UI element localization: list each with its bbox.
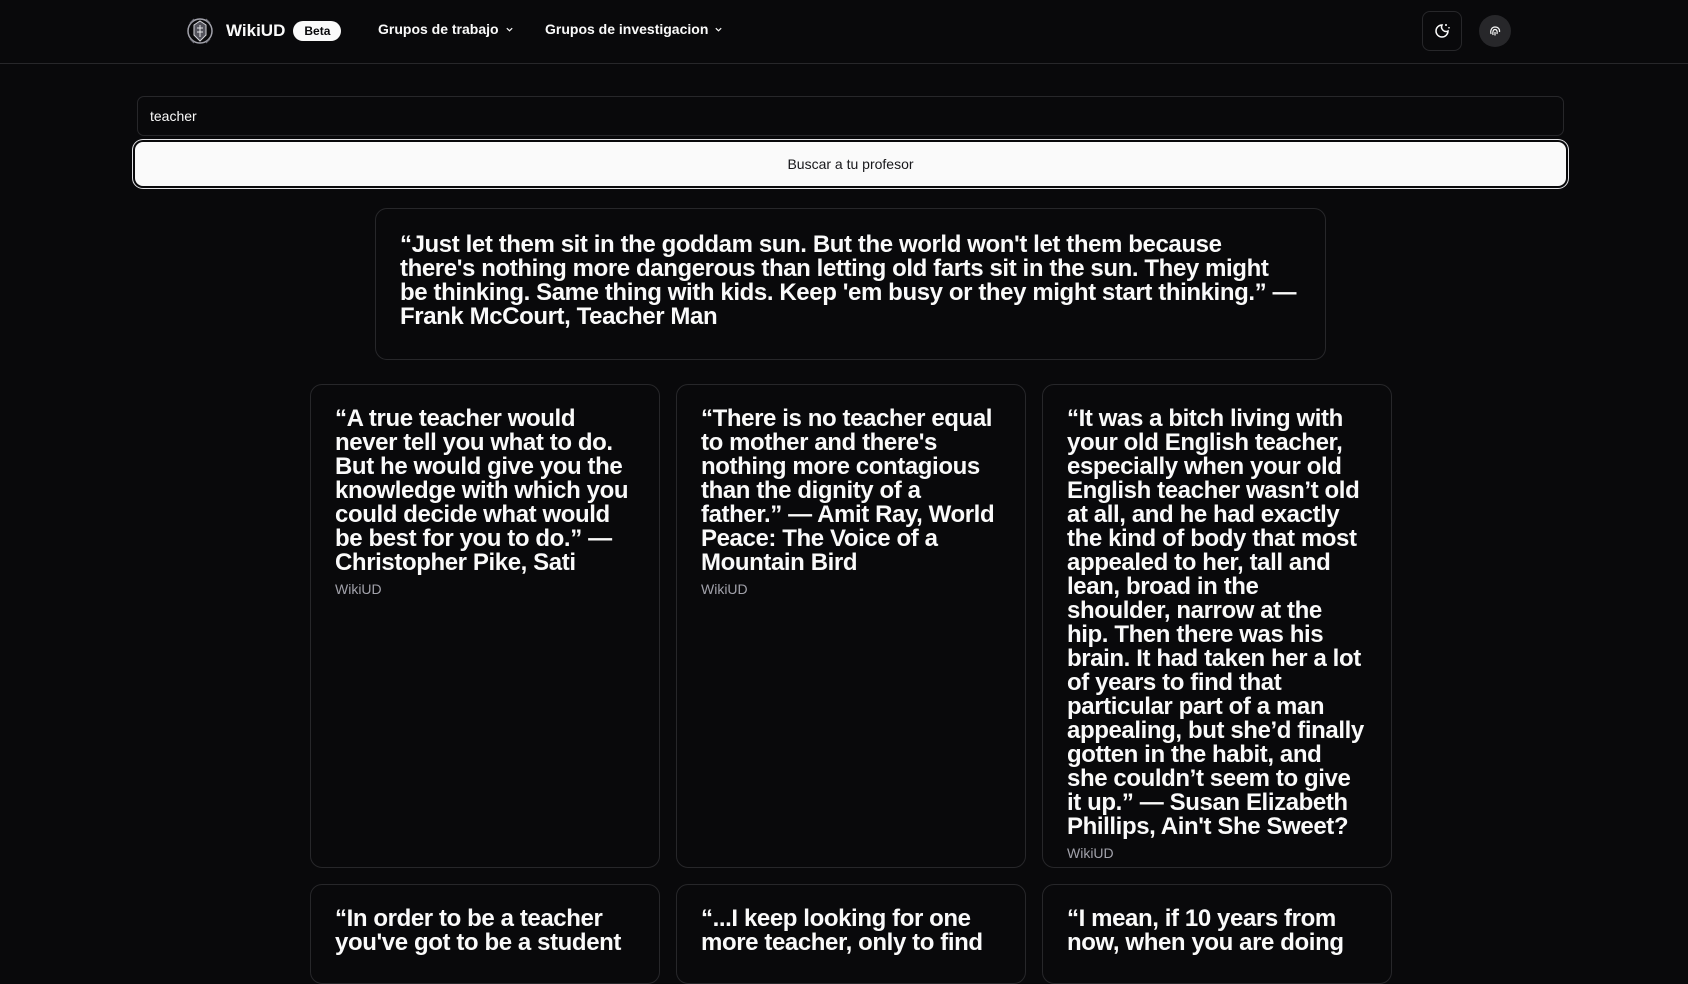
quote-card: “A true teacher would never tell you wha…	[310, 384, 660, 868]
university-crest-icon	[185, 12, 215, 50]
featured-quote-text: “Just let them sit in the goddam sun. Bu…	[400, 231, 1297, 330]
chevron-down-icon	[715, 27, 722, 32]
quote-card: “I mean, if 10 years from now, when you …	[1042, 884, 1392, 984]
top-navbar: WikiUD Beta Grupos de trabajo Grupos de …	[0, 0, 1688, 64]
nav-label: Grupos de investigacion	[545, 21, 709, 37]
quote-card: “...I keep looking for one more teacher,…	[676, 884, 1026, 984]
brand[interactable]: WikiUD Beta	[185, 12, 342, 50]
quote-card: “It was a bitch living with your old Eng…	[1042, 384, 1392, 868]
profile-button[interactable]	[1479, 15, 1511, 47]
quote-text: “It was a bitch living with your old Eng…	[1067, 405, 1364, 840]
quote-text: “I mean, if 10 years from now, when you …	[1067, 905, 1344, 956]
search-input[interactable]	[137, 96, 1564, 136]
quote-text: “In order to be a teacher you've got to …	[335, 905, 621, 956]
nav-label: Grupos de trabajo	[378, 21, 499, 37]
quote-source: WikiUD	[1067, 845, 1114, 861]
quote-text: “...I keep looking for one more teacher,…	[701, 905, 983, 956]
quote-card: “There is no teacher equal to mother and…	[676, 384, 1026, 868]
quote-source: WikiUD	[701, 581, 748, 597]
quote-source: WikiUD	[335, 581, 382, 597]
theme-toggle-button[interactable]	[1422, 11, 1462, 51]
brand-name: WikiUD	[226, 21, 286, 40]
nav-grupos-de-investigacion[interactable]: Grupos de investigacion	[545, 21, 723, 37]
quote-text: “There is no teacher equal to mother and…	[701, 405, 995, 576]
quote-card: “In order to be a teacher you've got to …	[310, 884, 660, 984]
featured-quote-card: “Just let them sit in the goddam sun. Bu…	[375, 208, 1326, 360]
nav-grupos-de-trabajo[interactable]: Grupos de trabajo	[378, 21, 514, 37]
quote-text: “A true teacher would never tell you wha…	[335, 405, 629, 576]
search-button[interactable]: Buscar a tu profesor	[135, 142, 1566, 186]
chevron-down-icon	[505, 27, 513, 32]
moon-sun-icon	[1435, 24, 1450, 38]
beta-badge: Beta	[293, 21, 342, 41]
fingerprint-icon	[1490, 26, 1501, 36]
